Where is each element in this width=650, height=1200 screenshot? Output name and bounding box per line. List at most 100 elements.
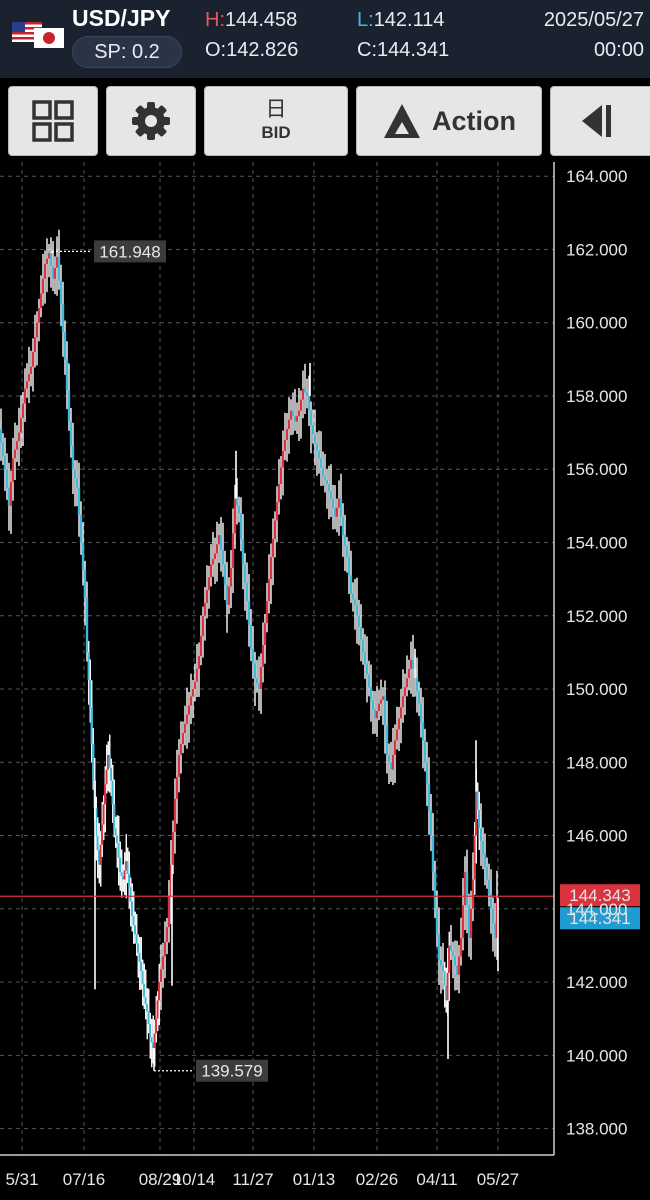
grid-icon — [32, 100, 74, 142]
candle-down — [319, 458, 323, 468]
candle-down — [49, 253, 53, 266]
candle-up — [295, 416, 299, 422]
candle-up — [177, 754, 181, 777]
candle-down — [71, 445, 75, 470]
triangle-a-icon — [384, 104, 420, 138]
candle-up — [201, 615, 205, 636]
candle-up — [161, 956, 165, 970]
candle-down — [239, 513, 243, 539]
candle-down — [481, 841, 485, 854]
x-tick-label: 07/16 — [63, 1170, 106, 1189]
layout-button[interactable] — [8, 86, 98, 156]
candle-down — [235, 498, 239, 506]
currency-pair-title[interactable]: USD/JPY — [72, 5, 170, 32]
candle-up — [397, 718, 401, 730]
candle-up — [175, 776, 179, 799]
candle-up — [189, 696, 193, 706]
candle-down — [449, 945, 453, 951]
candle-down — [487, 879, 491, 895]
candle-up — [13, 449, 17, 459]
chart-grid — [0, 162, 554, 1155]
candle-up — [173, 798, 177, 832]
candle-up — [403, 687, 407, 697]
candle-up — [457, 956, 461, 975]
candle-up — [281, 450, 285, 468]
y-tick-label: 148.000 — [566, 753, 627, 772]
candle-down — [341, 516, 345, 536]
candle-up — [35, 322, 39, 338]
candle-up — [231, 533, 235, 569]
candle-down — [83, 569, 87, 598]
candle-down — [429, 809, 433, 836]
y-tick-label: 138.000 — [566, 1120, 627, 1139]
candle-down — [69, 421, 73, 446]
quote-date: 2025/05/27 — [543, 9, 644, 31]
candle-up — [211, 558, 215, 565]
candle-down — [0, 428, 3, 443]
candle-up — [399, 707, 403, 719]
close-price: C:144.341 — [357, 39, 449, 62]
candle-up — [25, 381, 29, 389]
candle-down — [241, 538, 245, 565]
candle-up — [163, 941, 167, 957]
candle-down — [369, 687, 373, 701]
y-tick-label: 156.000 — [566, 460, 627, 479]
candle-down — [417, 690, 421, 704]
action-button[interactable]: Action — [356, 86, 542, 156]
action-label: Action — [432, 105, 516, 136]
candle-down — [5, 469, 9, 488]
price-series — [0, 229, 499, 1071]
candle-down — [485, 866, 489, 880]
x-tick-label: 05/27 — [477, 1170, 520, 1189]
candle-up — [391, 754, 395, 770]
candle-up — [261, 645, 265, 668]
candle-down — [255, 678, 259, 684]
candle-up — [279, 467, 283, 484]
candle-down — [65, 359, 69, 391]
y-tick-label: 160.000 — [566, 314, 627, 333]
candle-up — [395, 729, 399, 741]
candle-down — [411, 659, 415, 669]
candle-down — [309, 410, 313, 426]
high-value: 144.458 — [225, 9, 298, 31]
candle-down — [77, 487, 81, 516]
open-price: O:142.826 — [205, 39, 298, 62]
candle-down — [339, 498, 343, 517]
candle-down — [307, 395, 311, 411]
candle-up — [187, 705, 191, 715]
x-tick-label: 11/27 — [232, 1170, 273, 1189]
settings-button[interactable] — [106, 86, 196, 156]
low-value: 142.114 — [373, 9, 445, 31]
candle-up — [39, 293, 43, 309]
candle-down — [251, 648, 255, 664]
candle-up — [203, 602, 207, 616]
candle-down — [483, 853, 487, 867]
chart-markers: 161.948139.579144.343144.341 — [0, 240, 640, 1082]
candle-up — [407, 668, 411, 679]
candle-down — [385, 725, 389, 755]
candle-down — [359, 626, 363, 640]
collapse-panel-button[interactable] — [550, 86, 650, 156]
candle-up — [277, 483, 281, 503]
price-chart[interactable]: 161.948139.579144.343144.341 164.000162.… — [0, 162, 650, 1200]
close-value: 144.341 — [377, 39, 450, 61]
y-tick-label: 152.000 — [566, 607, 627, 626]
us-jp-flag-icon — [12, 22, 64, 48]
candle-down — [427, 784, 431, 810]
candle-up — [193, 681, 197, 690]
x-tick-label: 10/14 — [173, 1170, 216, 1189]
candle-up — [15, 441, 19, 450]
quote-time: 00:00 — [593, 39, 644, 61]
candle-up — [158, 982, 161, 1001]
low-label: L: — [357, 9, 374, 31]
candle-up — [273, 520, 277, 539]
timeframe-button[interactable]: 日 BID — [204, 86, 348, 156]
candle-up — [29, 366, 33, 375]
candle-down — [245, 582, 249, 602]
candle-down — [453, 956, 457, 966]
candle-down — [353, 599, 357, 605]
candle-down — [75, 478, 79, 488]
high-price: H:144.458 — [205, 9, 297, 32]
candle-down — [249, 624, 253, 649]
candle-up — [17, 432, 21, 442]
